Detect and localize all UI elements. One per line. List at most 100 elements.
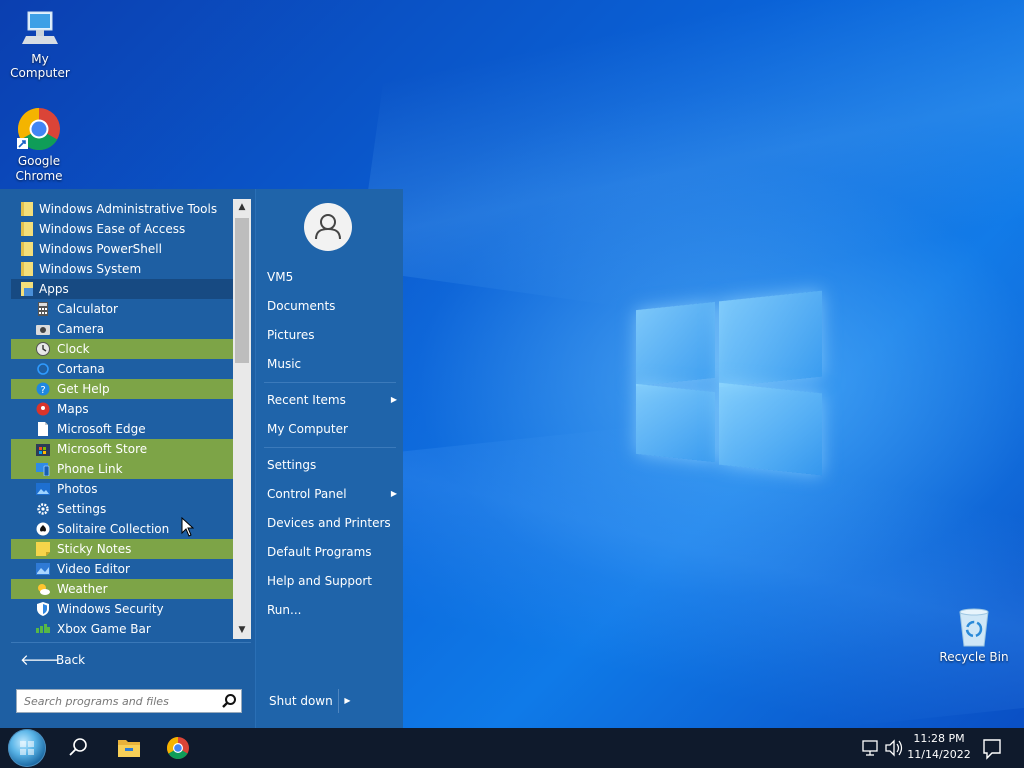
program-item[interactable]: Weather <box>11 579 234 599</box>
user-icon <box>315 214 341 240</box>
program-folder[interactable]: Apps <box>11 279 234 299</box>
divider <box>11 642 251 643</box>
program-folder[interactable]: Windows Administrative Tools <box>11 199 234 219</box>
mouse-cursor-icon <box>181 516 195 540</box>
program-item[interactable]: ? Get Help <box>11 379 234 399</box>
program-folder[interactable]: Windows PowerShell <box>11 239 234 259</box>
clock-icon <box>36 342 50 356</box>
file-explorer-icon <box>118 740 140 757</box>
divider <box>264 382 396 383</box>
document-icon <box>36 422 50 436</box>
program-label: Windows Ease of Access <box>39 222 186 236</box>
program-item[interactable]: Camera <box>11 319 234 339</box>
program-label: Xbox Game Bar <box>57 622 151 636</box>
sticky-notes-icon <box>36 542 50 556</box>
submenu-arrow-icon: ▶ <box>390 395 397 404</box>
scroll-up-button[interactable]: ▲ <box>233 199 251 216</box>
xbox-icon <box>36 622 50 636</box>
right-item-settings[interactable]: Settings <box>267 454 397 476</box>
taskbar-clock[interactable]: 11:28 PM 11/14/2022 <box>900 731 978 763</box>
desktop-icon-google-chrome[interactable]: Google Chrome <box>0 106 79 184</box>
right-item-label: VM5 <box>267 270 294 284</box>
back-button-label: Back <box>56 653 86 667</box>
search-icon[interactable] <box>221 693 237 712</box>
start-button[interactable] <box>8 729 46 767</box>
shutdown-button[interactable]: Shut down <box>260 689 338 713</box>
right-item-label: Documents <box>267 299 336 313</box>
program-label: Windows Administrative Tools <box>39 202 218 216</box>
user-avatar[interactable] <box>304 203 352 251</box>
search-icon <box>69 738 87 756</box>
program-item[interactable]: Microsoft Edge <box>11 419 234 439</box>
right-item-recent-items[interactable]: Recent Items ▶ <box>267 389 397 411</box>
folder-icon <box>20 242 34 256</box>
right-item-pictures[interactable]: Pictures <box>267 324 397 346</box>
taskbar <box>0 728 1024 768</box>
desktop-icon-recycle-bin[interactable]: Recycle Bin <box>934 608 1014 664</box>
chrome-icon <box>16 106 62 152</box>
program-item[interactable]: Phone Link <box>11 459 234 479</box>
desktop-icon-my-computer[interactable]: My Computer <box>0 10 80 80</box>
scrollbar-thumb[interactable] <box>235 218 249 363</box>
search-input[interactable] <box>17 690 217 712</box>
right-item-label: Devices and Printers <box>267 516 391 530</box>
search-box[interactable] <box>16 689 242 713</box>
program-label: Sticky Notes <box>57 542 132 556</box>
right-item-label: Default Programs <box>267 545 372 559</box>
taskbar-search-button[interactable] <box>58 728 98 768</box>
program-folder[interactable]: Windows System <box>11 259 234 279</box>
taskbar-chrome-button[interactable] <box>158 728 198 768</box>
action-center-icon <box>983 739 1001 760</box>
back-button[interactable]: 🡐 Back <box>11 649 251 671</box>
program-label: Windows System <box>39 262 142 276</box>
svg-text:?: ? <box>40 385 45 396</box>
network-icon[interactable] <box>858 728 882 768</box>
cortana-icon <box>36 362 50 376</box>
program-item[interactable]: Maps <box>11 399 234 419</box>
program-list: Windows Administrative Tools Windows Ease… <box>11 199 234 641</box>
right-item-user[interactable]: VM5 <box>267 266 397 288</box>
taskbar-file-explorer-button[interactable] <box>108 728 150 768</box>
start-menu-left-pane: Windows Administrative Tools Windows Ease… <box>0 189 255 728</box>
program-item[interactable]: Settings <box>11 499 234 519</box>
program-item[interactable]: Clock <box>11 339 234 359</box>
right-item-music[interactable]: Music <box>267 353 397 375</box>
program-label: Windows PowerShell <box>39 242 162 256</box>
program-folder[interactable]: Windows Ease of Access <box>11 219 234 239</box>
clock-time: 11:28 PM <box>913 732 965 745</box>
right-item-run[interactable]: Run... <box>267 599 397 621</box>
recycle-bin-icon <box>956 608 992 648</box>
program-item[interactable]: Solitaire Collection <box>11 519 234 539</box>
program-list-scrollbar[interactable]: ▲ ▼ <box>233 199 251 639</box>
program-label: Video Editor <box>57 562 130 576</box>
right-item-label: Settings <box>267 458 317 472</box>
program-item[interactable]: Sticky Notes <box>11 539 234 559</box>
program-label: Apps <box>39 282 69 296</box>
program-item[interactable]: Xbox Game Bar <box>11 619 234 639</box>
program-item[interactable]: Video Editor <box>11 559 234 579</box>
shield-icon <box>36 602 50 616</box>
program-item[interactable]: Cortana <box>11 359 234 379</box>
program-item[interactable]: Calculator <box>11 299 234 319</box>
weather-icon <box>36 582 50 596</box>
right-item-default-programs[interactable]: Default Programs <box>267 541 397 563</box>
right-item-help-support[interactable]: Help and Support <box>267 570 397 592</box>
scroll-down-button[interactable]: ▼ <box>233 622 251 639</box>
start-menu-right-pane: VM5 Documents Pictures Music Recent Item… <box>255 189 403 728</box>
folder-icon <box>20 202 34 216</box>
right-item-control-panel[interactable]: Control Panel ▶ <box>267 483 397 505</box>
right-item-label: Control Panel <box>267 487 347 501</box>
notifications-button[interactable] <box>978 728 1006 768</box>
program-item[interactable]: Microsoft Store <box>11 439 234 459</box>
program-label: Photos <box>57 482 98 496</box>
right-item-my-computer[interactable]: My Computer <box>267 418 397 440</box>
program-label: Weather <box>57 582 108 596</box>
solitaire-icon <box>36 522 50 536</box>
shutdown-options-button[interactable]: ▶ <box>338 689 356 713</box>
right-item-documents[interactable]: Documents <box>267 295 397 317</box>
store-icon <box>36 442 50 456</box>
right-item-devices-printers[interactable]: Devices and Printers <box>267 512 397 534</box>
chevron-right-icon: ▶ <box>344 696 351 705</box>
program-item[interactable]: Windows Security <box>11 599 234 619</box>
program-item[interactable]: Photos <box>11 479 234 499</box>
